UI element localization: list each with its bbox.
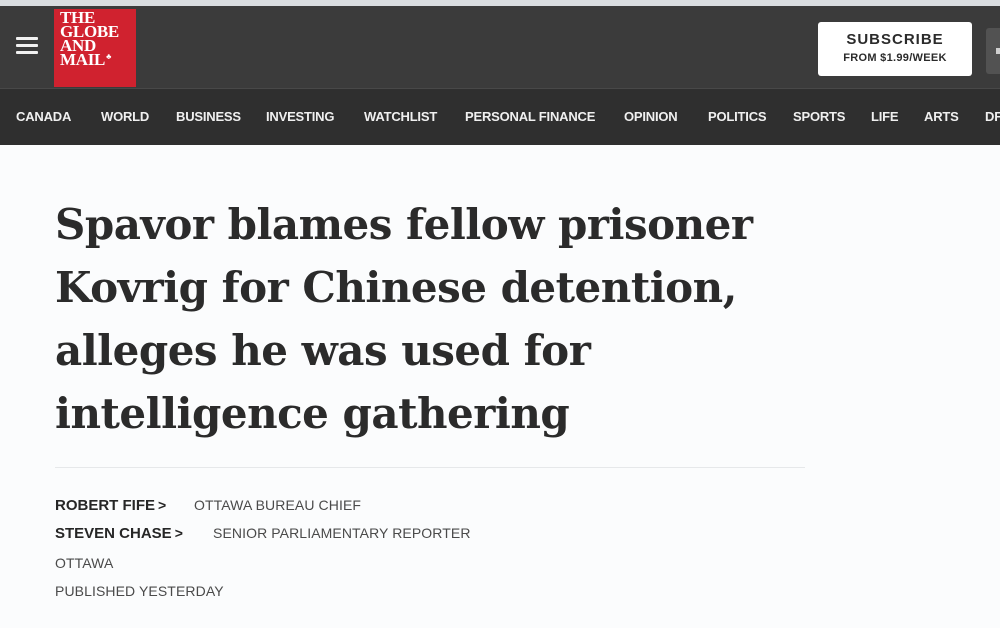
menu-bar-line	[16, 44, 38, 47]
nav-item-truncated[interactable]: DF	[985, 109, 1000, 124]
section-nav: CANADA WORLD BUSINESS INVESTING WATCHLIS…	[0, 88, 1000, 145]
byline-robert-fife: ROBERT FIFE > OTTAWA BUREAU CHIEF	[55, 497, 361, 517]
chevron-right-icon: >	[174, 525, 183, 541]
site-header: THE GLOBE AND MAIL♣ SUBSCRIBE FROM $1.99…	[0, 0, 1000, 88]
author-role-steven-chase: SENIOR PARLIAMENTARY REPORTER	[213, 525, 471, 541]
nav-item-business[interactable]: BUSINESS	[176, 109, 241, 124]
hamburger-menu-icon[interactable]	[16, 37, 38, 55]
headline-divider	[55, 467, 805, 468]
nav-item-canada[interactable]: CANADA	[16, 109, 71, 124]
nav-item-arts[interactable]: ARTS	[924, 109, 959, 124]
menu-bar-line	[16, 37, 38, 40]
logo-line-mail-row: MAIL♣	[60, 50, 136, 69]
nav-item-politics[interactable]: POLITICS	[708, 109, 767, 124]
nav-item-watchlist[interactable]: WATCHLIST	[364, 109, 437, 124]
nav-item-world[interactable]: WORLD	[101, 109, 149, 124]
subscribe-label: SUBSCRIBE	[846, 31, 944, 48]
nav-item-personal-finance[interactable]: PERSONAL FINANCE	[465, 109, 595, 124]
globe-and-mail-logo[interactable]: THE GLOBE AND MAIL♣	[54, 9, 136, 87]
author-name-robert-fife[interactable]: ROBERT FIFE	[55, 497, 155, 514]
subscribe-price: FROM $1.99/WEEK	[843, 52, 947, 64]
byline-steven-chase: STEVEN CHASE > SENIOR PARLIAMENTARY REPOR…	[55, 525, 470, 545]
nav-item-life[interactable]: LIFE	[871, 109, 899, 124]
author-role-robert-fife: OTTAWA BUREAU CHIEF	[194, 497, 362, 513]
nav-item-sports[interactable]: SPORTS	[793, 109, 845, 124]
account-button[interactable]	[986, 28, 1000, 74]
maple-leaf-icon: ♣	[106, 52, 112, 61]
published-timestamp: PUBLISHED YESTERDAY	[55, 583, 224, 599]
subscribe-button[interactable]: SUBSCRIBE FROM $1.99/WEEK	[818, 22, 972, 76]
article-headline: Spavor blames fellow prisoner Kovrig for…	[55, 200, 753, 438]
author-name-steven-chase[interactable]: STEVEN CHASE	[55, 525, 172, 542]
dateline-location: OTTAWA	[55, 555, 114, 571]
nav-item-opinion[interactable]: OPINION	[624, 109, 678, 124]
chevron-right-icon: >	[158, 497, 167, 513]
logo-line-mail: MAIL	[60, 50, 106, 69]
nav-item-investing[interactable]: INVESTING	[266, 109, 334, 124]
menu-bar-line	[16, 51, 38, 54]
